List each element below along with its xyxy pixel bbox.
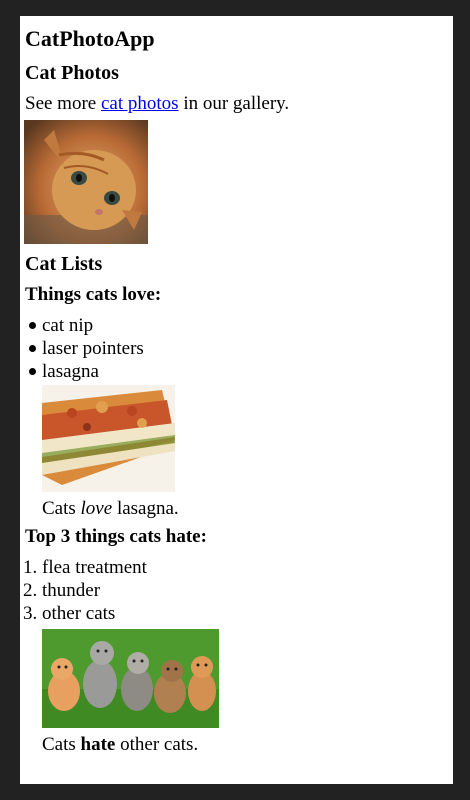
list-item: 2. thunder bbox=[23, 579, 453, 602]
list-item: lasagna bbox=[25, 360, 453, 383]
app-title: CatPhotoApp bbox=[25, 26, 155, 51]
gallery-intro-prefix: See more bbox=[25, 93, 101, 114]
list-item: 1. flea treatment bbox=[23, 556, 453, 579]
bullet-icon bbox=[29, 322, 36, 329]
things-cats-hate-heading: Top 3 things cats hate: bbox=[25, 526, 207, 547]
gallery-intro-suffix: in our gallery. bbox=[178, 93, 290, 114]
lasagna-caption-prefix: Cats bbox=[42, 498, 81, 519]
list-item-text: laser pointers bbox=[42, 338, 144, 359]
list-number: 1. bbox=[23, 557, 38, 578]
kittens-image bbox=[42, 629, 219, 728]
list-number: 2. bbox=[23, 580, 38, 601]
kittens-caption-prefix: Cats bbox=[42, 734, 81, 755]
things-cats-love-list: cat nip laser pointers lasagna bbox=[25, 314, 453, 383]
gallery-intro: See more cat photos in our gallery. bbox=[25, 93, 453, 115]
cat-photos-heading: Cat Photos bbox=[25, 62, 119, 84]
page-content: CatPhotoApp Cat Photos See more cat phot… bbox=[20, 16, 453, 784]
list-item-text: flea treatment bbox=[42, 557, 147, 578]
kittens-caption-suffix: other cats. bbox=[115, 734, 199, 755]
lasagna-caption-suffix: lasagna. bbox=[112, 498, 179, 519]
list-item: laser pointers bbox=[25, 337, 453, 360]
list-item-text: other cats bbox=[42, 603, 116, 624]
lasagna-caption: Cats love lasagna. bbox=[25, 498, 453, 520]
cat-photo-image[interactable] bbox=[24, 120, 148, 244]
list-item: 3. other cats bbox=[23, 602, 453, 625]
things-cats-hate-list: 1. flea treatment 2. thunder 3. other cats bbox=[23, 556, 453, 625]
list-item: cat nip bbox=[25, 314, 453, 337]
hate-emphasis: hate bbox=[80, 734, 116, 755]
list-item-text: thunder bbox=[42, 580, 101, 601]
cat-photos-link[interactable]: cat photos bbox=[101, 93, 179, 114]
lasagna-image bbox=[42, 385, 175, 492]
love-emphasis: love bbox=[80, 498, 113, 519]
things-cats-love-heading: Things cats love: bbox=[25, 284, 162, 305]
list-item-text: cat nip bbox=[42, 315, 94, 336]
bullet-icon bbox=[29, 345, 36, 352]
list-number: 3. bbox=[23, 603, 38, 624]
cat-lists-heading: Cat Lists bbox=[25, 253, 103, 275]
kittens-caption: Cats hate other cats. bbox=[25, 734, 453, 756]
list-item-text: lasagna bbox=[42, 361, 99, 382]
bullet-icon bbox=[29, 368, 36, 375]
